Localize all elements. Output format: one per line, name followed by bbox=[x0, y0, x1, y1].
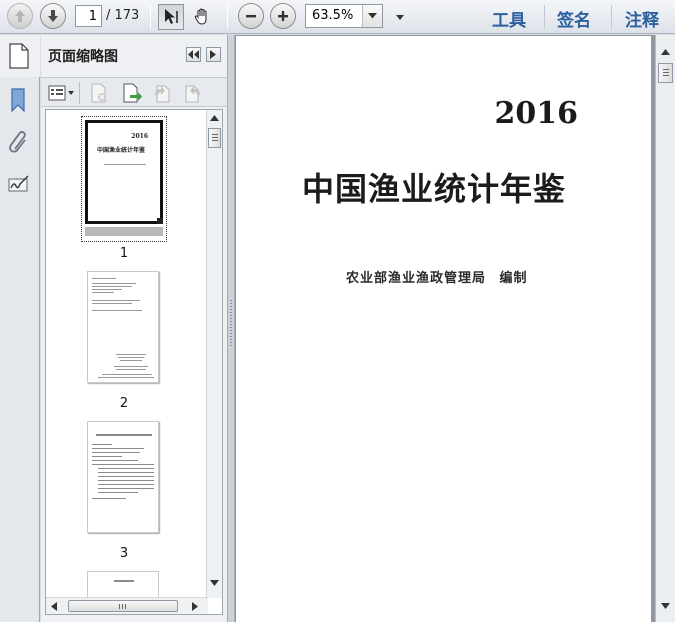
scroll-left-icon[interactable] bbox=[51, 602, 57, 611]
scrollbar-grip bbox=[212, 134, 218, 135]
page-thumbnail-3[interactable] bbox=[87, 421, 159, 533]
comment-menu[interactable]: 注释 bbox=[625, 6, 659, 31]
sign-menu[interactable]: 签名 bbox=[557, 6, 591, 31]
bookmarks-tab[interactable] bbox=[7, 87, 31, 113]
page-thumbnails-panel: 页面缩略图 2016 中国渔业统计年鉴 1 2 3 bbox=[41, 35, 227, 622]
menu-divider bbox=[611, 5, 612, 29]
chevron-right-icon bbox=[210, 50, 216, 59]
page-thumbnails-tab[interactable] bbox=[0, 35, 40, 77]
thumbnail-list: 2016 中国渔业统计年鉴 1 2 3 bbox=[45, 109, 223, 615]
undo-page-button[interactable] bbox=[152, 83, 172, 107]
scrollbar-thumb[interactable] bbox=[68, 600, 178, 612]
select-tool-button[interactable] bbox=[158, 4, 184, 30]
scroll-down-icon[interactable] bbox=[210, 580, 219, 586]
page-total-label: / 173 bbox=[106, 8, 140, 23]
redo-page-button[interactable] bbox=[183, 83, 203, 107]
signatures-tab[interactable] bbox=[7, 171, 31, 197]
scrollbar-thumb[interactable] bbox=[658, 63, 673, 83]
plus-icon bbox=[278, 11, 288, 21]
signature-icon bbox=[8, 175, 29, 192]
thumbnail-page: 2016 中国渔业统计年鉴 bbox=[85, 120, 163, 224]
cursor-icon bbox=[165, 9, 178, 24]
thumbnail-horizontal-scrollbar[interactable] bbox=[46, 597, 208, 614]
previous-page-button[interactable] bbox=[7, 3, 33, 29]
scroll-right-icon[interactable] bbox=[192, 602, 198, 611]
chevron-down-icon bbox=[368, 13, 377, 19]
rotate-cw-page-icon bbox=[185, 85, 200, 103]
panel-menu-button[interactable] bbox=[206, 47, 221, 62]
panel-title: 页面缩略图 bbox=[48, 49, 118, 65]
thumbnail-text-lines bbox=[92, 278, 154, 378]
toolbar-divider bbox=[79, 82, 80, 104]
hand-tool-button[interactable] bbox=[190, 4, 216, 30]
zoom-level-select[interactable]: 63.5% bbox=[305, 4, 383, 28]
scrollbar-grip bbox=[663, 69, 669, 70]
thumbnail-options-button[interactable] bbox=[48, 84, 76, 102]
zoom-dropdown-button[interactable] bbox=[362, 5, 382, 27]
scrollbar-thumb[interactable] bbox=[208, 128, 221, 148]
document-view: 2016 中国渔业统计年鉴 农业部渔业渔政管理局 编制 bbox=[235, 35, 655, 622]
bookmark-icon bbox=[11, 88, 25, 113]
insert-page-button[interactable] bbox=[121, 83, 143, 107]
menu-divider bbox=[544, 5, 545, 29]
page-thumbnail-2[interactable] bbox=[87, 271, 159, 383]
page-thumbnail-1[interactable]: 2016 中国渔业统计年鉴 bbox=[81, 116, 167, 242]
toolbar-options-button[interactable] bbox=[393, 10, 407, 24]
thumbnail-number: 3 bbox=[119, 546, 129, 561]
tools-menu[interactable]: 工具 bbox=[492, 6, 526, 31]
attachments-tab[interactable] bbox=[7, 129, 31, 155]
paperclip-icon bbox=[9, 131, 26, 153]
zoom-in-button[interactable] bbox=[270, 3, 296, 29]
minus-icon bbox=[246, 15, 256, 18]
delete-pages-button[interactable] bbox=[89, 83, 109, 107]
thumbnail-number: 1 bbox=[119, 246, 129, 261]
panel-splitter[interactable] bbox=[227, 35, 235, 622]
hand-icon bbox=[194, 8, 207, 25]
scroll-up-icon[interactable] bbox=[210, 115, 219, 121]
collapse-panel-button[interactable] bbox=[186, 47, 201, 62]
insert-page-icon bbox=[123, 83, 142, 103]
thumbnail-text-lines bbox=[92, 434, 154, 499]
thumbnail-year: 2016 bbox=[131, 133, 148, 140]
thumbnail-line bbox=[104, 164, 146, 165]
rotate-ccw-page-icon bbox=[155, 85, 170, 103]
caret-down-icon bbox=[396, 14, 404, 20]
scroll-down-icon[interactable] bbox=[661, 603, 670, 609]
arrow-up-icon bbox=[15, 10, 25, 22]
document-page: 2016 中国渔业统计年鉴 农业部渔业渔政管理局 编制 bbox=[236, 36, 651, 622]
thumbnail-vertical-scrollbar[interactable] bbox=[206, 110, 222, 598]
thumbnail-page-footer bbox=[85, 227, 163, 236]
document-title: 中国渔业统计年鉴 bbox=[302, 170, 567, 208]
toolbar-divider bbox=[227, 5, 228, 29]
thumbnail-number: 2 bbox=[119, 396, 129, 411]
delete-page-icon bbox=[91, 83, 106, 103]
main-toolbar: / 173 63.5% 工具 签名 注释 bbox=[0, 0, 675, 34]
toolbar-divider bbox=[150, 5, 151, 29]
page-number-input[interactable] bbox=[75, 5, 102, 27]
document-publisher: 农业部渔业渔政管理局 编制 bbox=[346, 271, 528, 286]
thumbnail-title: 中国渔业统计年鉴 bbox=[97, 147, 146, 154]
page-icon bbox=[9, 43, 29, 69]
double-chevron-left-icon bbox=[188, 50, 199, 59]
scrollbar-grip bbox=[119, 604, 120, 609]
document-vertical-scrollbar[interactable] bbox=[655, 35, 675, 622]
list-options-icon bbox=[48, 85, 74, 101]
arrow-down-icon bbox=[48, 10, 58, 22]
zoom-out-button[interactable] bbox=[238, 3, 264, 29]
document-year: 2016 bbox=[494, 96, 579, 131]
scroll-up-icon[interactable] bbox=[661, 49, 670, 55]
resize-handle[interactable] bbox=[157, 218, 163, 224]
navigation-rail bbox=[0, 35, 40, 622]
thumbnail-toolbar bbox=[41, 77, 227, 107]
splitter-grip bbox=[230, 300, 232, 348]
zoom-level-value: 63.5% bbox=[312, 8, 354, 23]
next-page-button[interactable] bbox=[40, 3, 66, 29]
